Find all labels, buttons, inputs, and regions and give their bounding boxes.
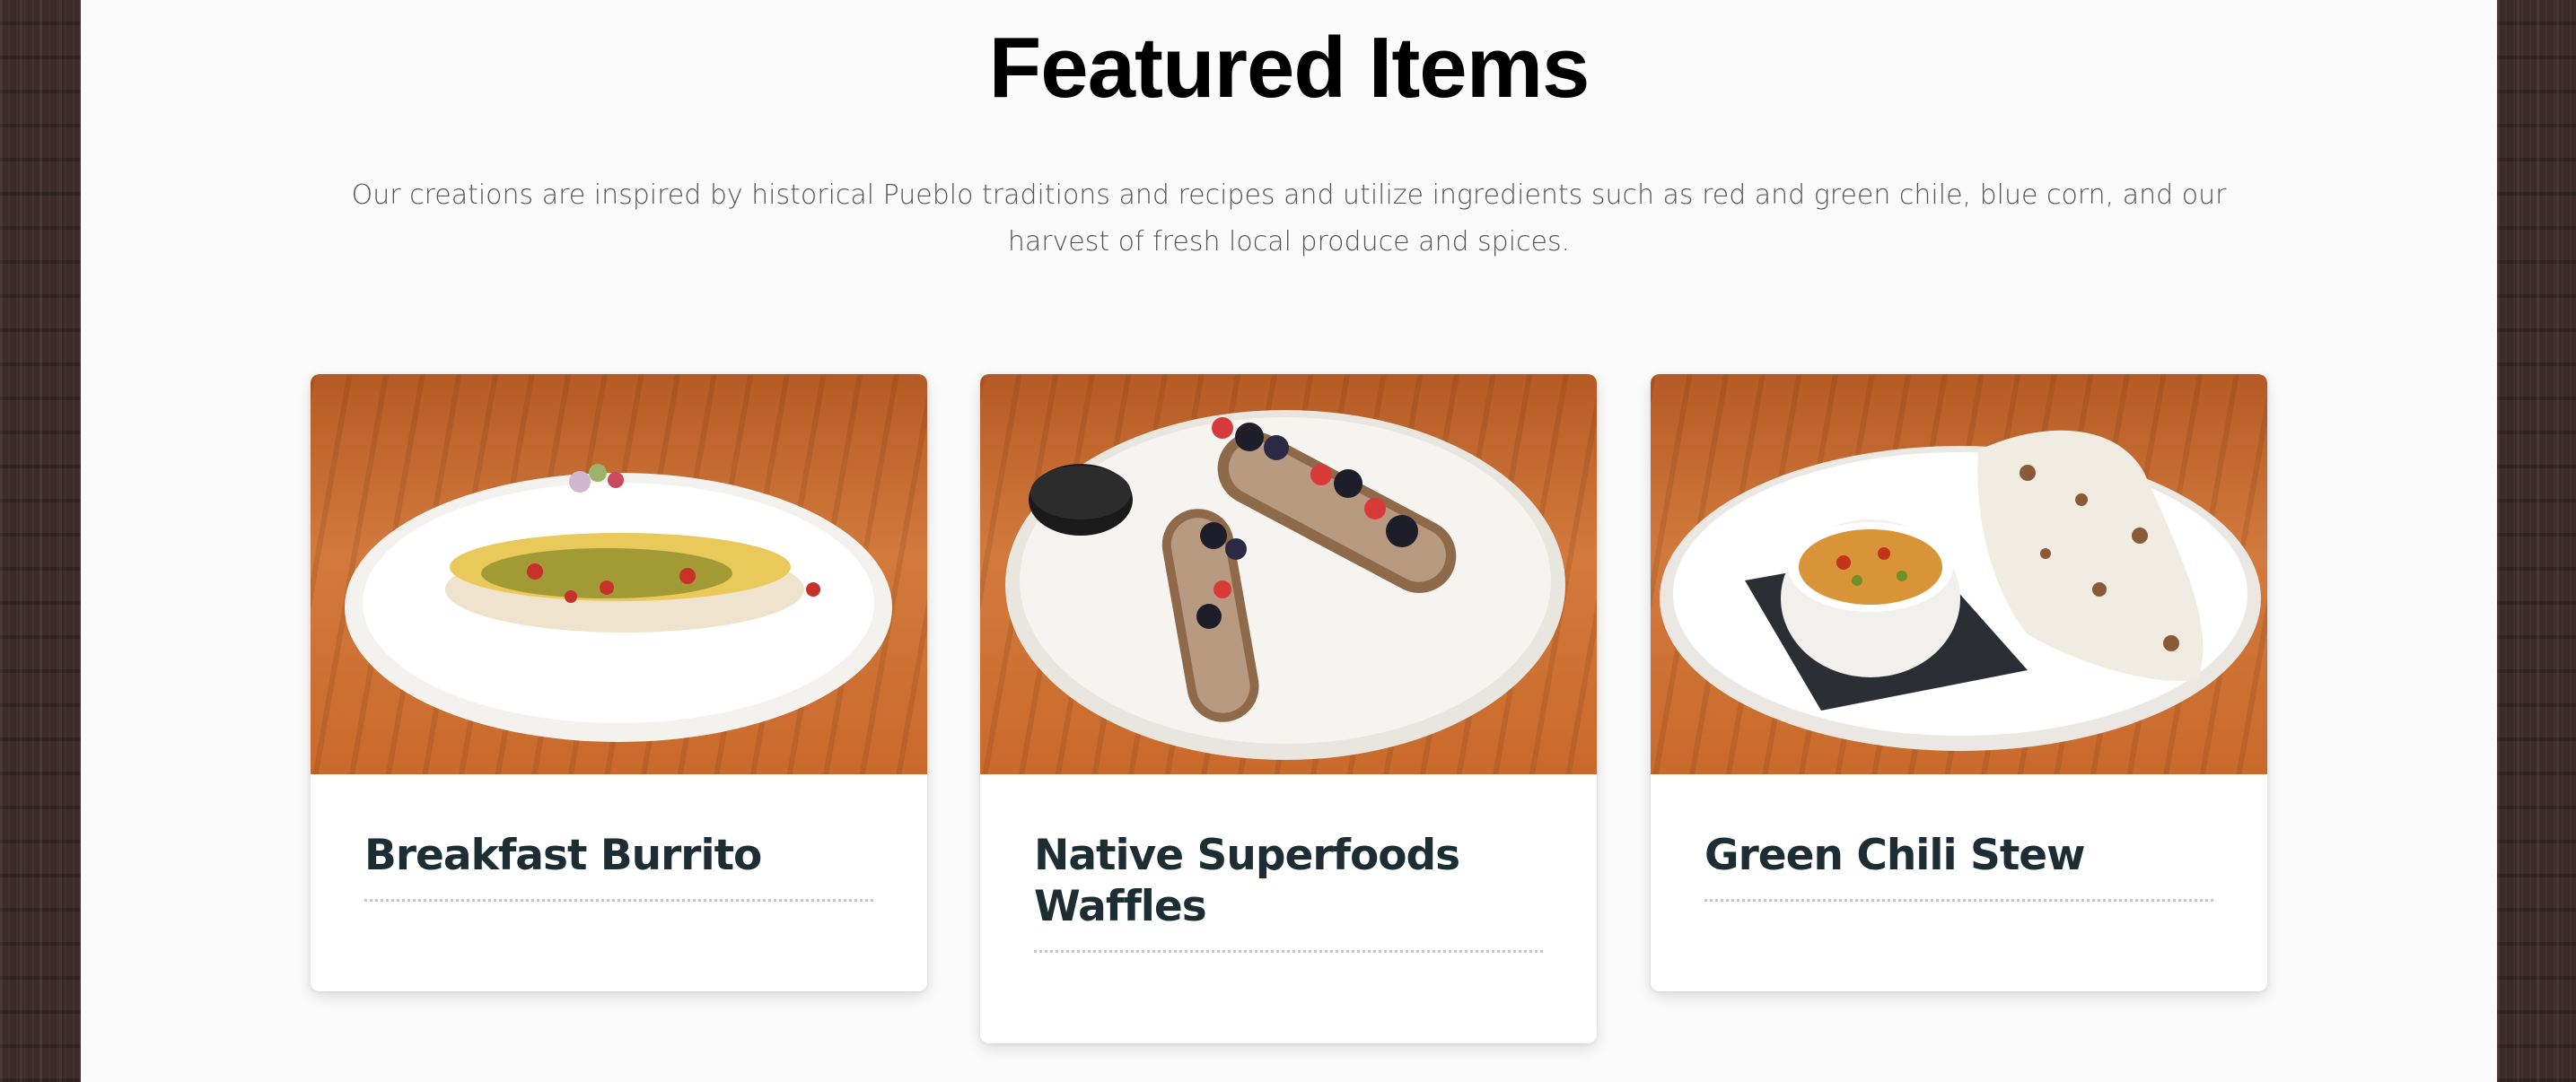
card-body: Green Chili Stew (1651, 774, 2267, 902)
section-title: Featured Items (988, 20, 1590, 116)
breakfast-burrito-photo[interactable] (311, 374, 927, 774)
featured-item-card[interactable]: Breakfast Burrito (311, 374, 927, 991)
right-decorative-border (2497, 0, 2576, 1082)
breakfast-burrito-illustration (345, 464, 892, 742)
featured-item-card[interactable]: Green Chili Stew (1651, 374, 2267, 991)
card-body: Native Superfoods Waffles (980, 774, 1597, 953)
waffles-photo[interactable] (980, 374, 1597, 774)
card-body: Breakfast Burrito (311, 774, 927, 902)
green-chili-stew-illustration (1660, 430, 2261, 751)
card-divider (1704, 899, 2213, 902)
featured-item-card[interactable]: Native Superfoods Waffles (980, 374, 1597, 1043)
card-divider (1034, 950, 1543, 953)
section-intro: Our creations are inspired by historical… (351, 179, 2227, 257)
featured-items-section: Featured Items Our creations are inspire… (81, 0, 2497, 1082)
left-decorative-border (0, 0, 81, 1082)
card-title[interactable]: Green Chili Stew (1704, 830, 2213, 881)
card-divider (364, 899, 873, 902)
waffles-illustration (1005, 410, 1565, 760)
green-chili-stew-photo[interactable] (1651, 374, 2267, 774)
card-title[interactable]: Breakfast Burrito (364, 830, 873, 881)
card-title[interactable]: Native Superfoods Waffles (1034, 830, 1543, 932)
